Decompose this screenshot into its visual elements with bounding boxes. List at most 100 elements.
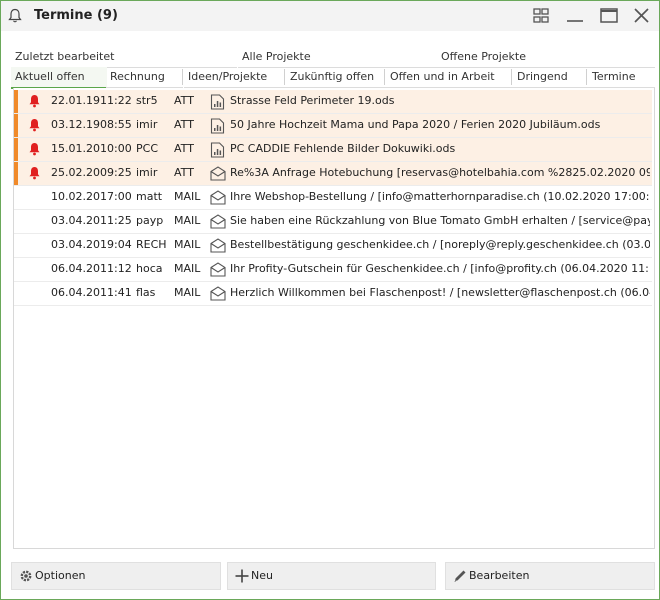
alarm-bell-icon — [28, 142, 41, 159]
row-time: 11:41 — [100, 286, 132, 299]
filter-tabs: Zuletzt bearbeitet Alle Projekte Offene … — [11, 45, 655, 89]
table-row[interactable]: 25.02.20 09:25 imir ATT Re%3A Anfrage Hotebu… — [14, 162, 652, 186]
row-type: ATT — [174, 142, 194, 155]
layout-grid-icon[interactable] — [530, 6, 552, 26]
row-date: 10.02.20 — [51, 190, 100, 203]
row-type: ATT — [174, 94, 194, 107]
row-type: MAIL — [174, 214, 201, 227]
tab-divider — [182, 69, 183, 85]
alarm-marker — [14, 162, 18, 185]
bell-icon — [8, 8, 22, 27]
new-label: Neu — [251, 569, 273, 582]
row-time: 08:55 — [100, 118, 132, 131]
chart-file-icon — [210, 94, 225, 113]
tab-dringend[interactable]: Dringend — [513, 67, 588, 88]
table-row[interactable]: 06.04.20 11:41 flas MAIL Herzlich Willkommen… — [14, 282, 652, 306]
row-time: 17:00 — [100, 190, 132, 203]
chart-file-icon — [210, 142, 225, 161]
new-button[interactable]: Neu — [227, 562, 436, 590]
row-user: hoca — [136, 262, 163, 275]
row-time: 09:25 — [100, 166, 132, 179]
close-icon[interactable] — [631, 6, 653, 26]
tab-ideen-projekte[interactable]: Ideen/Projekte — [184, 67, 286, 88]
table-row[interactable]: 03.12.19 08:55 imir ATT 50 Jahre Hochzeit Ma… — [14, 114, 652, 138]
plus-icon — [234, 568, 250, 587]
window-title: Termine (9) — [34, 8, 118, 23]
tab-zuletzt-bearbeitet[interactable]: Zuletzt bearbeitet — [11, 47, 237, 68]
row-date: 06.04.20 — [51, 286, 100, 299]
row-time: 10:00 — [100, 142, 132, 155]
mail-icon — [210, 286, 226, 304]
chart-file-icon — [210, 118, 225, 137]
row-type: ATT — [174, 166, 194, 179]
row-user: imir — [136, 118, 158, 131]
tab-zukuenftig-offen[interactable]: Zukünftig offen — [286, 67, 386, 88]
alarm-bell-icon — [28, 118, 41, 135]
alarm-marker — [14, 138, 18, 161]
row-user: payp — [136, 214, 164, 227]
row-type: MAIL — [174, 286, 201, 299]
row-subject: Re%3A Anfrage Hotebuchung [reservas@hote… — [230, 166, 650, 179]
row-user: RECH — [136, 238, 167, 251]
row-user: str5 — [136, 94, 158, 107]
row-time: 19:04 — [100, 238, 132, 251]
pencil-icon — [452, 568, 468, 587]
alarm-marker — [14, 114, 18, 137]
table-row[interactable]: 03.04.20 11:25 payp MAIL Sie haben eine Rück… — [14, 210, 652, 234]
appointment-list: 22.01.19 11:22 str5 ATT Strasse Feld Perimet… — [13, 88, 655, 549]
alarm-marker — [14, 90, 18, 113]
row-subject: Bestellbestätigung geschenkidee.ch / [no… — [230, 238, 650, 251]
row-subject: PC CADDIE Fehlende Bilder Dokuwiki.ods — [230, 142, 456, 155]
tab-divider — [586, 69, 587, 85]
edit-label: Bearbeiten — [469, 569, 530, 582]
row-type: MAIL — [174, 190, 201, 203]
tab-divider — [384, 69, 385, 85]
mail-icon — [210, 190, 226, 208]
tab-alle-projekte[interactable]: Alle Projekte — [238, 47, 437, 68]
gear-icon — [18, 568, 34, 587]
row-date: 06.04.20 — [51, 262, 100, 275]
row-date: 03.04.20 — [51, 238, 100, 251]
row-user: PCC — [136, 142, 158, 155]
row-date: 15.01.20 — [51, 142, 100, 155]
tab-divider — [511, 69, 512, 85]
tab-offen-und-in-arbeit[interactable]: Offen und in Arbeit — [386, 67, 513, 88]
row-subject: Strasse Feld Perimeter 19.ods — [230, 94, 395, 107]
row-user: imir — [136, 166, 158, 179]
table-row[interactable]: 22.01.19 11:22 str5 ATT Strasse Feld Perimet… — [14, 90, 652, 114]
mail-icon — [210, 166, 226, 184]
row-time: 11:25 — [100, 214, 132, 227]
row-type: MAIL — [174, 262, 201, 275]
mail-icon — [210, 238, 226, 256]
row-date: 25.02.20 — [51, 166, 100, 179]
tab-termine[interactable]: Termine — [588, 67, 655, 88]
row-subject: Herzlich Willkommen bei Flaschenpost! / … — [230, 286, 650, 299]
table-row[interactable]: 06.04.20 11:12 hoca MAIL Ihr Profity-Gutsche… — [14, 258, 652, 282]
row-user: matt — [136, 190, 163, 203]
row-date: 03.04.20 — [51, 214, 100, 227]
row-date: 22.01.19 — [51, 94, 100, 107]
row-type: ATT — [174, 118, 194, 131]
tab-divider — [284, 69, 285, 85]
edit-button[interactable]: Bearbeiten — [445, 562, 655, 590]
options-label: Optionen — [35, 569, 86, 582]
tab-rechnung[interactable]: Rechnung — [106, 67, 183, 88]
table-row[interactable]: 15.01.20 10:00 PCC ATT PC CADDIE Fehlende Bi… — [14, 138, 652, 162]
minimize-icon[interactable] — [564, 6, 586, 26]
maximize-icon[interactable] — [598, 6, 620, 26]
mail-icon — [210, 262, 226, 280]
row-subject: Ihre Webshop-Bestellung / [info@matterho… — [230, 190, 650, 203]
row-user: flas — [136, 286, 156, 299]
mail-icon — [210, 214, 226, 232]
row-time: 11:12 — [100, 262, 132, 275]
termine-window: Termine (9) Zuletzt bearbeitet Alle Proj… — [0, 0, 660, 600]
row-subject: 50 Jahre Hochzeit Mama und Papa 2020 / F… — [230, 118, 601, 131]
options-button[interactable]: Optionen — [11, 562, 221, 590]
table-row[interactable]: 03.04.20 19:04 RECH MAIL Bestellbestätigung … — [14, 234, 652, 258]
row-date: 03.12.19 — [51, 118, 100, 131]
table-row[interactable]: 10.02.20 17:00 matt MAIL Ihre Webshop-Bestel… — [14, 186, 652, 210]
tab-offene-projekte[interactable]: Offene Projekte — [437, 47, 655, 68]
tab-aktuell-offen[interactable]: Aktuell offen — [11, 67, 107, 89]
row-type: MAIL — [174, 238, 201, 251]
row-subject: Ihr Profity-Gutschein für Geschenkidee.c… — [230, 262, 650, 275]
